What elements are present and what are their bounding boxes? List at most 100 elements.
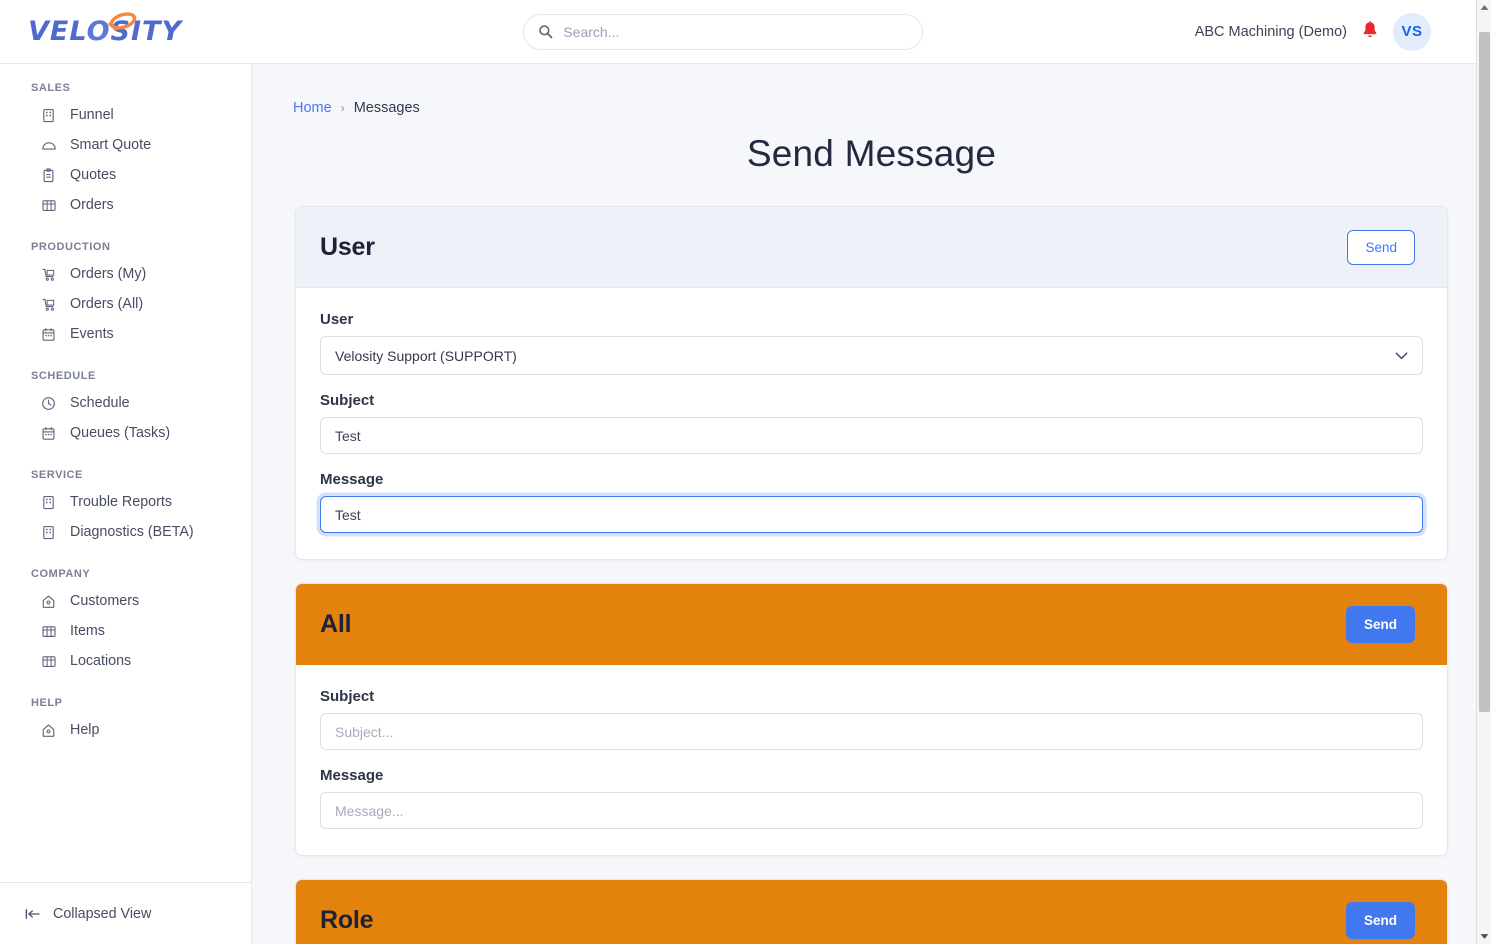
search-input[interactable]: Search... <box>523 13 924 50</box>
card-all: All Send Subject Message <box>295 583 1448 856</box>
sidebar-item-label: Items <box>70 623 105 639</box>
home-icon <box>40 593 57 610</box>
sidebar-item-orders[interactable]: Orders <box>0 190 251 220</box>
top-bar-right: ABC Machining (Demo) VS <box>1195 12 1476 51</box>
sidebar: SALES Funnel Smart Quote Quotes Orders P… <box>0 64 252 944</box>
label-message: Message <box>320 471 384 488</box>
sidebar-item-label: Help <box>70 722 100 738</box>
label-subject: Subject <box>320 392 375 409</box>
sidebar-item-label: Trouble Reports <box>70 494 172 510</box>
card-header-all: All Send <box>296 584 1447 665</box>
section-title-production: PRODUCTION <box>31 241 111 253</box>
table-icon <box>40 653 57 670</box>
card-header-user: User Send <box>296 207 1447 288</box>
card-body-all: Subject Message <box>296 665 1447 855</box>
sidebar-section-sales: SALES Funnel Smart Quote Quotes Orders <box>0 82 251 220</box>
subject-input-all[interactable] <box>320 713 1423 750</box>
user-avatar[interactable]: VS <box>1393 12 1431 51</box>
sidebar-item-label: Orders <box>70 197 114 213</box>
sidebar-item-label: Locations <box>70 653 132 669</box>
cart-icon <box>40 296 57 313</box>
sidebar-item-events[interactable]: Events <box>0 319 251 349</box>
collapsed-view-label: Collapsed View <box>53 905 152 922</box>
user-select-wrap: Velosity Support (SUPPORT) <box>320 336 1423 375</box>
clock-icon <box>40 395 57 412</box>
sidebar-item-orders-my[interactable]: Orders (My) <box>0 259 251 289</box>
calendar-icon <box>40 326 57 343</box>
label-user: User <box>320 311 354 328</box>
sidebar-item-label: Smart Quote <box>70 137 152 153</box>
card-body-user: User Velosity Support (SUPPORT) Subject … <box>296 288 1447 559</box>
velosity-logo-text: VELOSITY <box>28 12 182 47</box>
sidebar-item-trouble-reports[interactable]: Trouble Reports <box>0 487 251 517</box>
sidebar-item-label: Customers <box>70 593 140 609</box>
page-title: Send Message <box>746 133 997 174</box>
card-user: User Send User Velosity Support (SUPPORT… <box>295 206 1448 560</box>
logo-part-1: VEL <box>28 16 87 47</box>
user-select[interactable]: Velosity Support (SUPPORT) <box>320 336 1423 375</box>
send-button-all[interactable]: Send <box>1345 606 1415 643</box>
page-scrollbar[interactable] <box>1476 0 1491 944</box>
user-select-value: Velosity Support (SUPPORT) <box>335 347 517 364</box>
section-title-service: SERVICE <box>31 469 83 481</box>
sidebar-item-help[interactable]: Help <box>0 715 251 745</box>
sidebar-item-quotes[interactable]: Quotes <box>0 160 251 190</box>
message-input-all[interactable] <box>320 792 1423 829</box>
section-title-help: HELP <box>31 697 63 709</box>
building-icon <box>40 494 57 511</box>
send-button-user[interactable]: Send <box>1347 229 1415 265</box>
sidebar-item-orders-all[interactable]: Orders (All) <box>0 289 251 319</box>
breadcrumb-home-link[interactable]: Home <box>293 100 332 116</box>
sidebar-item-smart-quote[interactable]: Smart Quote <box>0 130 251 160</box>
avatar-initials: VS <box>1401 23 1423 40</box>
send-button-role[interactable]: Send <box>1345 902 1415 939</box>
section-title-company: COMPANY <box>31 568 91 580</box>
message-input-user[interactable] <box>320 496 1423 533</box>
notification-bell-icon[interactable] <box>1361 20 1379 43</box>
sidebar-item-label: Orders (All) <box>70 296 144 312</box>
sidebar-nav: SALES Funnel Smart Quote Quotes Orders P… <box>0 64 251 882</box>
card-title-all: All <box>320 610 352 638</box>
chevron-right-icon: › <box>340 101 345 115</box>
field-user-subject: Subject <box>320 392 1423 454</box>
field-user-select: User Velosity Support (SUPPORT) <box>320 311 1423 375</box>
card-header-role: Role Send <box>296 880 1447 944</box>
sidebar-item-locations[interactable]: Locations <box>0 646 251 676</box>
section-title-schedule: SCHEDULE <box>31 370 96 382</box>
sidebar-section-company: COMPANY Customers Items Locations <box>0 568 251 676</box>
cloud-icon <box>40 137 57 154</box>
sidebar-item-schedule[interactable]: Schedule <box>0 388 251 418</box>
breadcrumb: Home › Messages <box>252 64 1491 116</box>
sidebar-item-label: Orders (My) <box>70 266 147 282</box>
sidebar-item-customers[interactable]: Customers <box>0 586 251 616</box>
sidebar-item-label: Diagnostics (BETA) <box>70 524 194 540</box>
sidebar-section-service: SERVICE Trouble Reports Diagnostics (BET… <box>0 469 251 547</box>
card-title-user: User <box>320 232 375 261</box>
sidebar-section-schedule: SCHEDULE Schedule Queues (Tasks) <box>0 370 251 448</box>
building-icon <box>40 107 57 124</box>
field-user-message: Message <box>320 471 1423 533</box>
breadcrumb-current: Messages <box>353 100 420 116</box>
app-logo[interactable]: VELOSITY <box>0 0 252 63</box>
subject-input-user[interactable] <box>320 417 1423 454</box>
scroll-up-arrow-icon[interactable] <box>1477 0 1491 15</box>
logo-part-o: O <box>86 16 111 47</box>
collapsed-view-toggle[interactable]: Collapsed View <box>0 882 251 944</box>
sidebar-item-label: Schedule <box>70 395 130 411</box>
field-all-message: Message <box>320 767 1423 829</box>
collapse-left-icon <box>25 905 42 922</box>
section-title-sales: SALES <box>31 82 71 94</box>
scrollbar-thumb[interactable] <box>1479 32 1490 712</box>
sidebar-item-funnel[interactable]: Funnel <box>0 100 251 130</box>
sidebar-item-items[interactable]: Items <box>0 616 251 646</box>
main-content: Home › Messages Send Message User Send U… <box>252 64 1491 944</box>
label-message: Message <box>320 767 384 784</box>
sidebar-item-diagnostics-beta[interactable]: Diagnostics (BETA) <box>0 517 251 547</box>
sidebar-section-help: HELP Help <box>0 697 251 745</box>
label-subject: Subject <box>320 688 375 705</box>
scrollbar-track[interactable] <box>1477 15 1491 929</box>
search-area: Search... <box>252 13 1195 50</box>
swoosh-icon <box>108 12 137 31</box>
sidebar-item-queues-tasks[interactable]: Queues (Tasks) <box>0 418 251 448</box>
scroll-down-arrow-icon[interactable] <box>1477 929 1491 944</box>
